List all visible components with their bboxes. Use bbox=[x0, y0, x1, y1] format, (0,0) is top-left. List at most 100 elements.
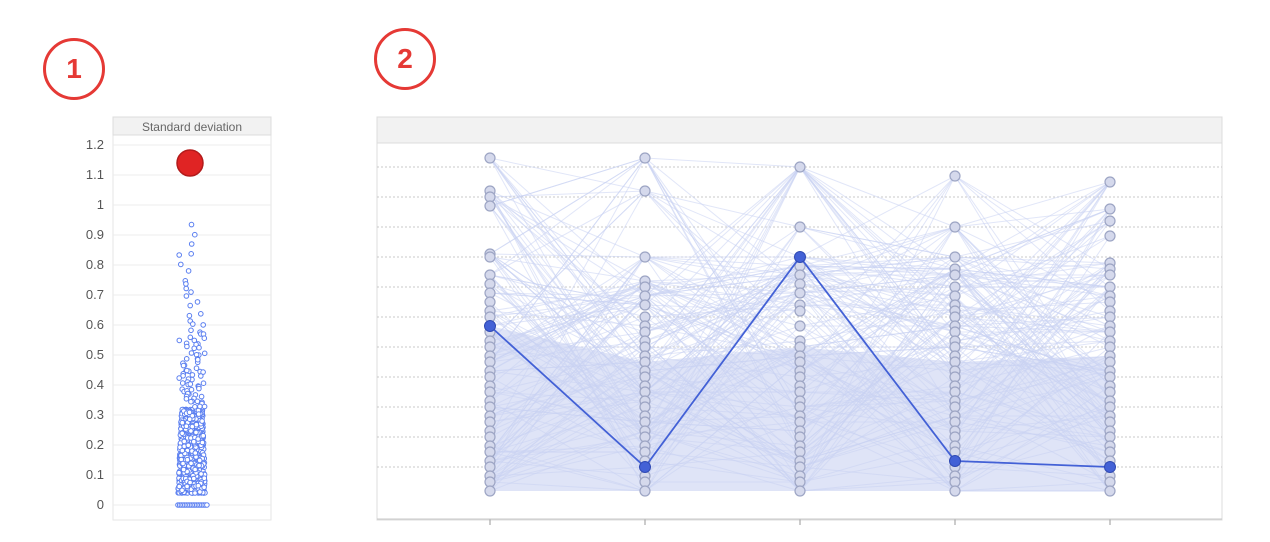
std-dev-point bbox=[188, 327, 194, 334]
pc-node bbox=[1104, 485, 1116, 497]
std-dev-point bbox=[180, 466, 187, 473]
chart-canvas: Standard deviation 0 0.1 0.2 0.3 0.4 0.5 0.6 0.… bbox=[86, 116, 1223, 525]
pc-node bbox=[639, 185, 651, 197]
std-dev-point bbox=[198, 393, 205, 400]
std-dev-point bbox=[187, 381, 194, 387]
outlier-point[interactable] bbox=[176, 149, 204, 177]
pc-node bbox=[949, 170, 961, 182]
pc-node bbox=[794, 161, 806, 173]
pc-node bbox=[1104, 230, 1116, 242]
pc-node bbox=[794, 485, 806, 497]
std-dev-point bbox=[183, 293, 190, 299]
std-dev-point bbox=[188, 289, 194, 295]
std-dev-point bbox=[179, 419, 186, 426]
std-dev-y-ticks: 0 0.1 0.2 0.3 0.4 0.5 0.6 0.7 0.8 0.9 1 1.1 1.2 bbox=[86, 137, 104, 512]
std-dev-point bbox=[180, 362, 187, 369]
std-dev-y-tick-label: 0.7 bbox=[86, 287, 104, 302]
std-dev-point bbox=[179, 487, 185, 494]
std-dev-point bbox=[176, 469, 182, 476]
std-dev-point bbox=[191, 345, 197, 352]
pc-node bbox=[484, 200, 496, 212]
pc-header bbox=[376, 116, 1223, 144]
std-dev-point bbox=[196, 344, 202, 351]
std-dev-point bbox=[199, 418, 205, 424]
std-dev-point bbox=[194, 398, 201, 405]
pc-node bbox=[1104, 203, 1116, 215]
std-dev-point bbox=[192, 490, 198, 496]
std-dev-point bbox=[184, 343, 190, 350]
pc-node bbox=[639, 299, 651, 311]
pc-node bbox=[794, 305, 806, 317]
std-dev-point bbox=[188, 460, 194, 467]
std-dev-point bbox=[188, 241, 195, 247]
pc-node bbox=[1104, 176, 1116, 188]
pc-node bbox=[639, 152, 651, 164]
pc-node bbox=[484, 251, 496, 263]
pc-node bbox=[639, 251, 651, 263]
std-dev-point bbox=[183, 281, 189, 287]
pc-node bbox=[1104, 269, 1116, 281]
std-dev-point bbox=[179, 430, 185, 437]
pc-node bbox=[949, 221, 961, 233]
std-dev-y-tick-label: 1.1 bbox=[86, 167, 104, 182]
std-dev-y-tick-label: 1 bbox=[97, 197, 104, 212]
pc-node bbox=[794, 221, 806, 233]
std-dev-point bbox=[197, 489, 203, 495]
std-dev-point bbox=[181, 438, 187, 445]
std-dev-point bbox=[180, 460, 186, 467]
std-dev-point bbox=[188, 386, 195, 393]
pc-highlight-node[interactable] bbox=[1104, 461, 1116, 473]
pc-node bbox=[949, 269, 961, 281]
std-dev-point bbox=[188, 350, 195, 356]
std-dev-point bbox=[186, 409, 193, 416]
std-dev-y-tick-label: 0.9 bbox=[86, 227, 104, 242]
std-dev-y-tick-label: 0.3 bbox=[86, 407, 104, 422]
std-dev-point bbox=[176, 252, 182, 258]
std-dev-point bbox=[194, 299, 201, 305]
std-dev-point bbox=[179, 447, 186, 454]
std-dev-point bbox=[185, 442, 192, 449]
std-dev-point bbox=[185, 268, 192, 274]
std-dev-y-tick-label: 1.2 bbox=[86, 137, 104, 152]
std-dev-point bbox=[201, 475, 208, 482]
std-dev-y-tick-label: 0.1 bbox=[86, 467, 104, 482]
std-dev-point bbox=[192, 404, 198, 410]
std-dev-y-tick-label: 0.6 bbox=[86, 317, 104, 332]
pc-highlight-node[interactable] bbox=[484, 320, 496, 332]
std-dev-point bbox=[200, 432, 206, 439]
std-dev-point bbox=[201, 350, 208, 357]
pc-node bbox=[794, 320, 806, 332]
pc-highlight-node[interactable] bbox=[949, 455, 961, 467]
pc-highlight-node[interactable] bbox=[639, 461, 651, 473]
std-dev-panel: Standard deviation 0 0.1 0.2 0.3 0.4 0.5 0.6 0.… bbox=[86, 116, 272, 521]
std-dev-point bbox=[188, 428, 194, 434]
std-dev-point bbox=[200, 322, 206, 328]
std-dev-point bbox=[196, 385, 202, 392]
std-dev-y-tick-label: 0.2 bbox=[86, 437, 104, 452]
std-dev-point bbox=[193, 421, 200, 428]
std-dev-point bbox=[198, 311, 204, 317]
pc-node bbox=[794, 287, 806, 299]
std-dev-point bbox=[190, 321, 196, 327]
pc-node bbox=[484, 485, 496, 497]
std-dev-point bbox=[184, 483, 190, 490]
std-dev-point bbox=[192, 450, 199, 456]
std-dev-point bbox=[178, 261, 184, 268]
std-dev-y-tick-label: 0.4 bbox=[86, 377, 104, 392]
pc-node bbox=[484, 152, 496, 164]
std-dev-y-tick-label: 0.8 bbox=[86, 257, 104, 272]
std-dev-y-tick-label: 0.5 bbox=[86, 347, 104, 362]
std-dev-point bbox=[176, 375, 182, 381]
std-dev-point bbox=[196, 457, 203, 464]
std-dev-point bbox=[196, 462, 202, 469]
pc-highlight-node[interactable] bbox=[794, 251, 806, 263]
pc-node bbox=[1104, 215, 1116, 227]
std-dev-point bbox=[204, 502, 210, 508]
pc-node bbox=[639, 485, 651, 497]
std-dev-point bbox=[183, 396, 190, 402]
std-dev-point bbox=[195, 436, 201, 442]
std-dev-point bbox=[191, 475, 197, 482]
std-dev-y-tick-label: 0 bbox=[97, 497, 104, 512]
std-dev-point bbox=[183, 423, 190, 430]
std-dev-point bbox=[193, 429, 199, 436]
